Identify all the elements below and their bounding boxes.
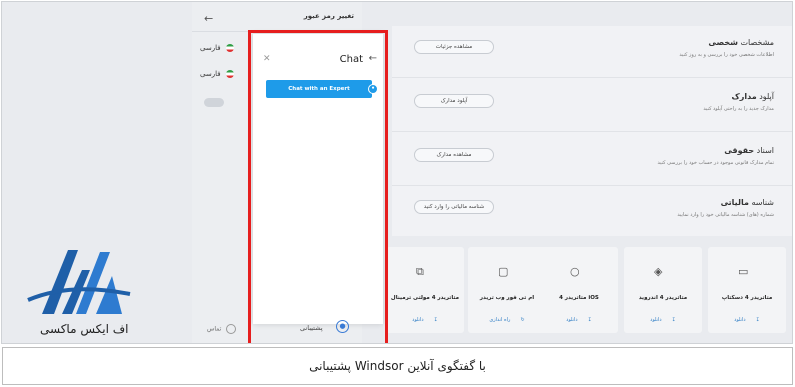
language-option[interactable]: فارسی bbox=[200, 44, 245, 58]
contact-item[interactable]: تماس bbox=[207, 324, 237, 334]
language-label: فارسی bbox=[200, 44, 221, 52]
platform-title: ام تی فور وب تریدر bbox=[479, 295, 535, 301]
card-title: آپلود مدارک bbox=[731, 92, 774, 101]
card-subtitle: تمام مدارک قانونی موجود در حساب خود را ب… bbox=[657, 160, 774, 166]
figure-frame: ← تغییر رمز عبور فارسی فارسی مشخصات شخصی… bbox=[0, 0, 795, 387]
view-details-button[interactable]: مشاهده جزئیات bbox=[414, 40, 494, 54]
platform-card-android: ◈ متاتریدر 4 اندروید دانلود ↧ bbox=[624, 247, 702, 333]
launch-icon: ↻ bbox=[520, 317, 525, 323]
fxmaxi-logo bbox=[27, 250, 131, 314]
platform-title: متاتریدر 4 iOS bbox=[559, 295, 599, 301]
card-tax-id: شناسه مالیاتی شماره (های) شناسه مالیاتی … bbox=[392, 186, 792, 238]
phone-icon bbox=[226, 324, 237, 334]
back-arrow-icon[interactable]: ← bbox=[204, 12, 213, 25]
enter-tax-id-button[interactable]: شناسه مالیاتی را وارد کنید bbox=[414, 200, 494, 214]
iran-flag-icon bbox=[225, 70, 234, 78]
logo-text: اف ایکس ماکسی bbox=[40, 322, 129, 336]
platform-card-ios: ○ متاتریدر 4 iOS دانلود ↧ bbox=[540, 247, 618, 333]
card-title: مشخصات شخصی bbox=[708, 38, 774, 47]
language-label: فارسی bbox=[200, 70, 221, 78]
multi-terminal-icon: ⧉ bbox=[416, 265, 424, 278]
platform-title: متاتریدر 4 اندروید bbox=[638, 295, 688, 301]
view-documents-button[interactable]: مشاهده مدارک bbox=[414, 148, 494, 162]
platform-title: متاتریدر 4 مولتی ترمینال bbox=[390, 295, 460, 301]
web-trader-icon: ▢ bbox=[498, 265, 509, 278]
platform-card-multiterminal: ⧉ متاتریدر 4 مولتی ترمینال دانلود ↧ bbox=[386, 247, 464, 333]
upload-documents-button[interactable]: آپلود مدارک bbox=[414, 94, 494, 108]
highlight-box bbox=[248, 30, 388, 343]
platform-card-desktop: ▭ متاتریدر 4 دسکتاپ دانلود ↧ bbox=[708, 247, 786, 333]
contact-label: تماس bbox=[207, 325, 222, 333]
account-cards: مشخصات شخصی اطلاعات شخصی خود را بررسی و … bbox=[392, 26, 792, 236]
platform-actions: دانلود ↧ bbox=[624, 317, 702, 323]
download-icon: ↧ bbox=[671, 317, 676, 323]
platform-title: متاتریدر 4 دسکتاپ bbox=[721, 295, 773, 301]
desktop-icon: ▭ bbox=[738, 265, 749, 278]
card-subtitle: اطلاعات شخصی خود را بررسی و به روز کنید bbox=[679, 52, 774, 58]
card-subtitle: شماره (های) شناسه مالیاتی خود را وارد نم… bbox=[677, 212, 774, 218]
figure-caption: پشتیبانی Windsor با گفتگوی آنلاین bbox=[2, 347, 793, 385]
screenshot: ← تغییر رمز عبور فارسی فارسی مشخصات شخصی… bbox=[1, 1, 793, 344]
download-link[interactable]: دانلود bbox=[650, 317, 661, 323]
settings-topbar: ← تغییر رمز عبور bbox=[192, 2, 362, 32]
toggle-switch[interactable] bbox=[204, 98, 224, 107]
download-icon: ↧ bbox=[433, 317, 438, 323]
card-title: اسناد حقوقی bbox=[724, 146, 774, 155]
card-subtitle: مدارک جدید را به راحتی آپلود کنید bbox=[703, 106, 774, 112]
card-title: شناسه مالیاتی bbox=[720, 198, 774, 207]
platform-actions: راه اندازی ↻ bbox=[468, 317, 546, 323]
launch-link[interactable]: راه اندازی bbox=[489, 317, 510, 323]
apple-icon: ○ bbox=[570, 265, 580, 278]
download-link[interactable]: دانلود bbox=[566, 317, 577, 323]
platform-card-web: ▢ ام تی فور وب تریدر راه اندازی ↻ bbox=[468, 247, 546, 333]
card-upload: آپلود مدارک مدارک جدید را به راحتی آپلود… bbox=[392, 80, 792, 132]
card-legal: اسناد حقوقی تمام مدارک قانونی موجود در ح… bbox=[392, 134, 792, 186]
platform-actions: دانلود ↧ bbox=[540, 317, 618, 323]
download-link[interactable]: دانلود bbox=[734, 317, 745, 323]
iran-flag-icon bbox=[225, 44, 234, 52]
platform-actions: دانلود ↧ bbox=[708, 317, 786, 323]
download-icon: ↧ bbox=[587, 317, 592, 323]
download-link[interactable]: دانلود bbox=[412, 317, 423, 323]
card-personal: مشخصات شخصی اطلاعات شخصی خود را بررسی و … bbox=[392, 26, 792, 78]
download-icon: ↧ bbox=[755, 317, 760, 323]
android-icon: ◈ bbox=[654, 265, 663, 278]
settings-title: تغییر رمز عبور bbox=[303, 12, 354, 20]
platform-actions: دانلود ↧ bbox=[386, 317, 464, 323]
language-option[interactable]: فارسی bbox=[200, 70, 245, 84]
